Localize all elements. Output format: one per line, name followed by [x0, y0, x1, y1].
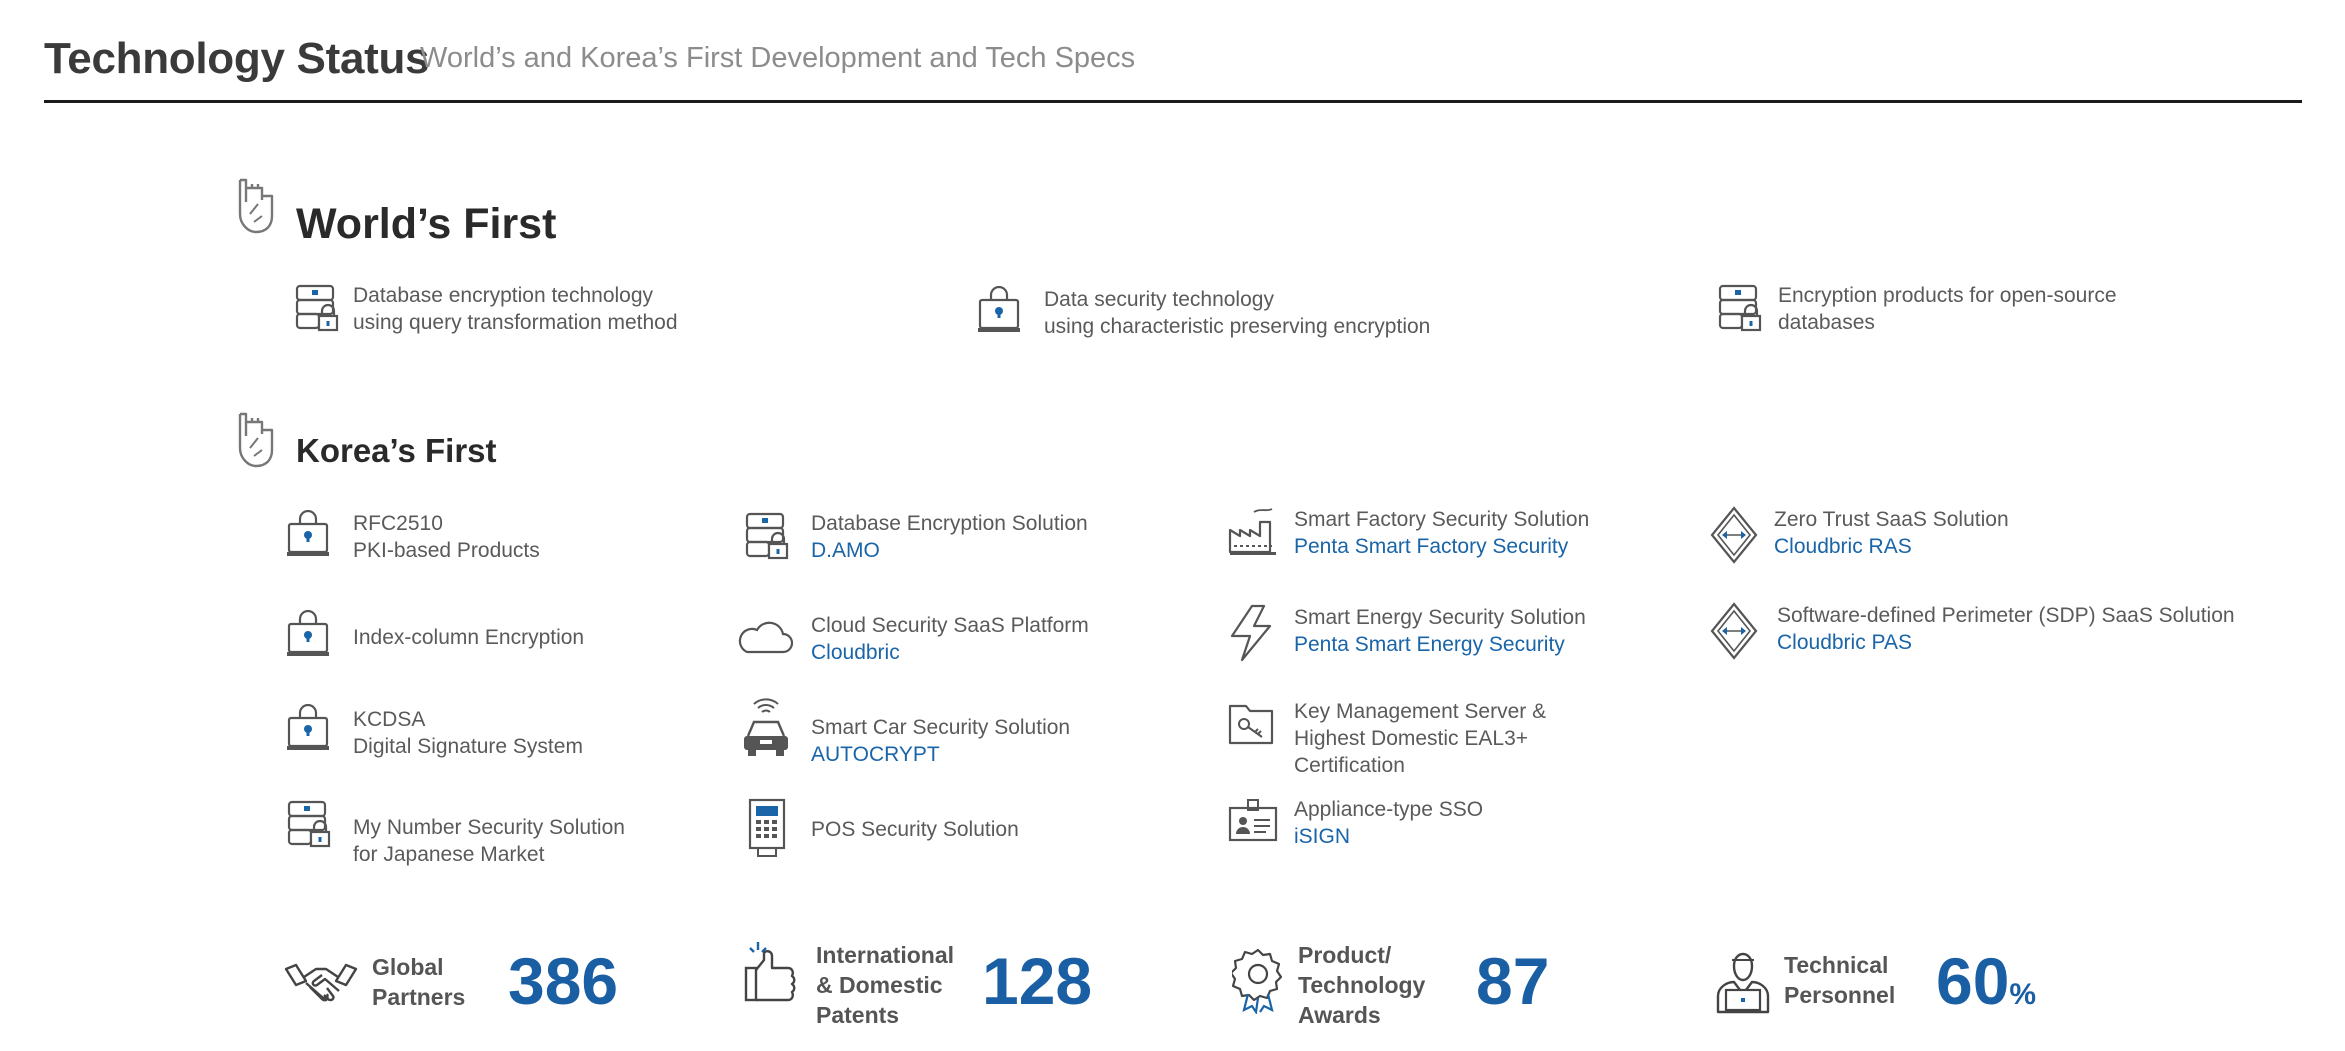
- thumbs-up-icon: [744, 942, 796, 1002]
- item-text-line: Zero Trust SaaS Solution: [1774, 508, 2009, 531]
- item-text-line: POS Security Solution: [811, 818, 1019, 841]
- lightning-icon: [1230, 604, 1272, 662]
- item-text-line: databases: [1778, 311, 1875, 334]
- cloud-icon: [738, 621, 794, 654]
- pointing-hand-icon: [238, 412, 274, 468]
- stat-value-wrap: 60%: [1936, 948, 2036, 1014]
- world-first-title: World’s First: [296, 200, 557, 248]
- database-lock-icon: [1718, 284, 1762, 332]
- item-text-line: PKI-based Products: [353, 539, 540, 562]
- stat-label-line: Awards: [1298, 1002, 1381, 1028]
- stat-label-line: Partners: [372, 984, 466, 1010]
- product-link[interactable]: Cloudbric: [811, 639, 1089, 666]
- item-text-line: Certification: [1294, 754, 1405, 777]
- item-text-line: Digital Signature System: [353, 735, 583, 758]
- stat-value: 60: [1936, 944, 2010, 1018]
- item-text-line: using characteristic preserving encrypti…: [1044, 315, 1431, 338]
- item-text-line: My Number Security Solution: [353, 816, 625, 839]
- stat-label-line: International: [816, 942, 955, 968]
- stat-label-line: Product/: [1298, 942, 1392, 968]
- stat-value: 386: [508, 944, 619, 1018]
- item-text-line: Smart Car Security Solution: [811, 716, 1071, 739]
- product-link[interactable]: Cloudbric RAS: [1774, 533, 2009, 560]
- stat-label-line: Patents: [816, 1002, 900, 1028]
- stat-value: 128: [982, 944, 1093, 1018]
- item-text-line: using query transformation method: [353, 311, 678, 334]
- product-link[interactable]: AUTOCRYPT: [811, 741, 1070, 768]
- factory-icon: [1228, 508, 1276, 555]
- pos-terminal-icon: [748, 798, 786, 857]
- stat-value: 87: [1476, 944, 1550, 1018]
- item-text-line: Smart Factory Security Solution: [1294, 508, 1590, 531]
- item-text-line: KCDSA: [353, 708, 426, 731]
- item-text-line: Software-defined Perimeter (SDP) SaaS So…: [1777, 604, 2235, 627]
- product-link[interactable]: D.AMO: [811, 537, 1088, 564]
- handshake-icon: [284, 963, 358, 1002]
- stat-unit: %: [2009, 978, 2037, 1011]
- product-link[interactable]: Penta Smart Factory Security: [1294, 533, 1589, 560]
- item-text-line: RFC2510: [353, 512, 443, 535]
- page-subtitle: World’s and Korea’s First Development an…: [420, 42, 1136, 74]
- item-text-line: Index-column Encryption: [353, 626, 585, 649]
- award-medal-icon: [1232, 948, 1283, 1014]
- diamond-arrows-icon: [1710, 506, 1758, 564]
- page-title: Technology Status: [44, 34, 430, 83]
- item-text-line: Highest Domestic EAL3+: [1294, 727, 1529, 750]
- stat-label-line: Personnel: [1784, 982, 1896, 1008]
- product-link[interactable]: Cloudbric PAS: [1777, 629, 2235, 656]
- pointing-hand-icon: [238, 178, 274, 234]
- item-text-line: for Japanese Market: [353, 843, 545, 866]
- item-text-line: Appliance-type SSO: [1294, 798, 1484, 821]
- diamond-arrows-icon: [1710, 602, 1758, 660]
- item-text-line: Data security technology: [1044, 288, 1274, 311]
- item-text-line: Encryption products for open-source: [1778, 284, 2117, 307]
- key-folder-icon: [1228, 704, 1274, 745]
- technician-icon: [1716, 952, 1770, 1014]
- laptop-lock-icon: [978, 286, 1020, 332]
- stat-label-line: Technology: [1298, 972, 1426, 998]
- stat-label-line: Technical: [1784, 952, 1889, 978]
- database-lock-icon: [287, 800, 331, 848]
- item-text-line: Database encryption technology: [353, 284, 654, 307]
- item-text-line: Database Encryption Solution: [811, 512, 1088, 535]
- laptop-lock-icon: [287, 610, 329, 656]
- laptop-lock-icon: [287, 510, 329, 556]
- item-text-line: Cloud Security SaaS Platform: [811, 614, 1089, 637]
- laptop-lock-icon: [287, 704, 329, 750]
- stat-label-line: & Domestic: [816, 972, 943, 998]
- product-link[interactable]: iSIGN: [1294, 823, 1483, 850]
- car-icon: [744, 698, 788, 756]
- database-lock-icon: [295, 284, 339, 332]
- id-badge-icon: [1228, 799, 1278, 842]
- product-link[interactable]: Penta Smart Energy Security: [1294, 631, 1586, 658]
- database-lock-icon: [745, 512, 789, 560]
- korea-first-title: Korea’s First: [296, 432, 497, 469]
- header-divider: [44, 100, 2302, 103]
- item-text-line: Smart Energy Security Solution: [1294, 606, 1586, 629]
- stat-label-line: Global: [372, 954, 444, 980]
- item-text-line: Key Management Server &: [1294, 700, 1547, 723]
